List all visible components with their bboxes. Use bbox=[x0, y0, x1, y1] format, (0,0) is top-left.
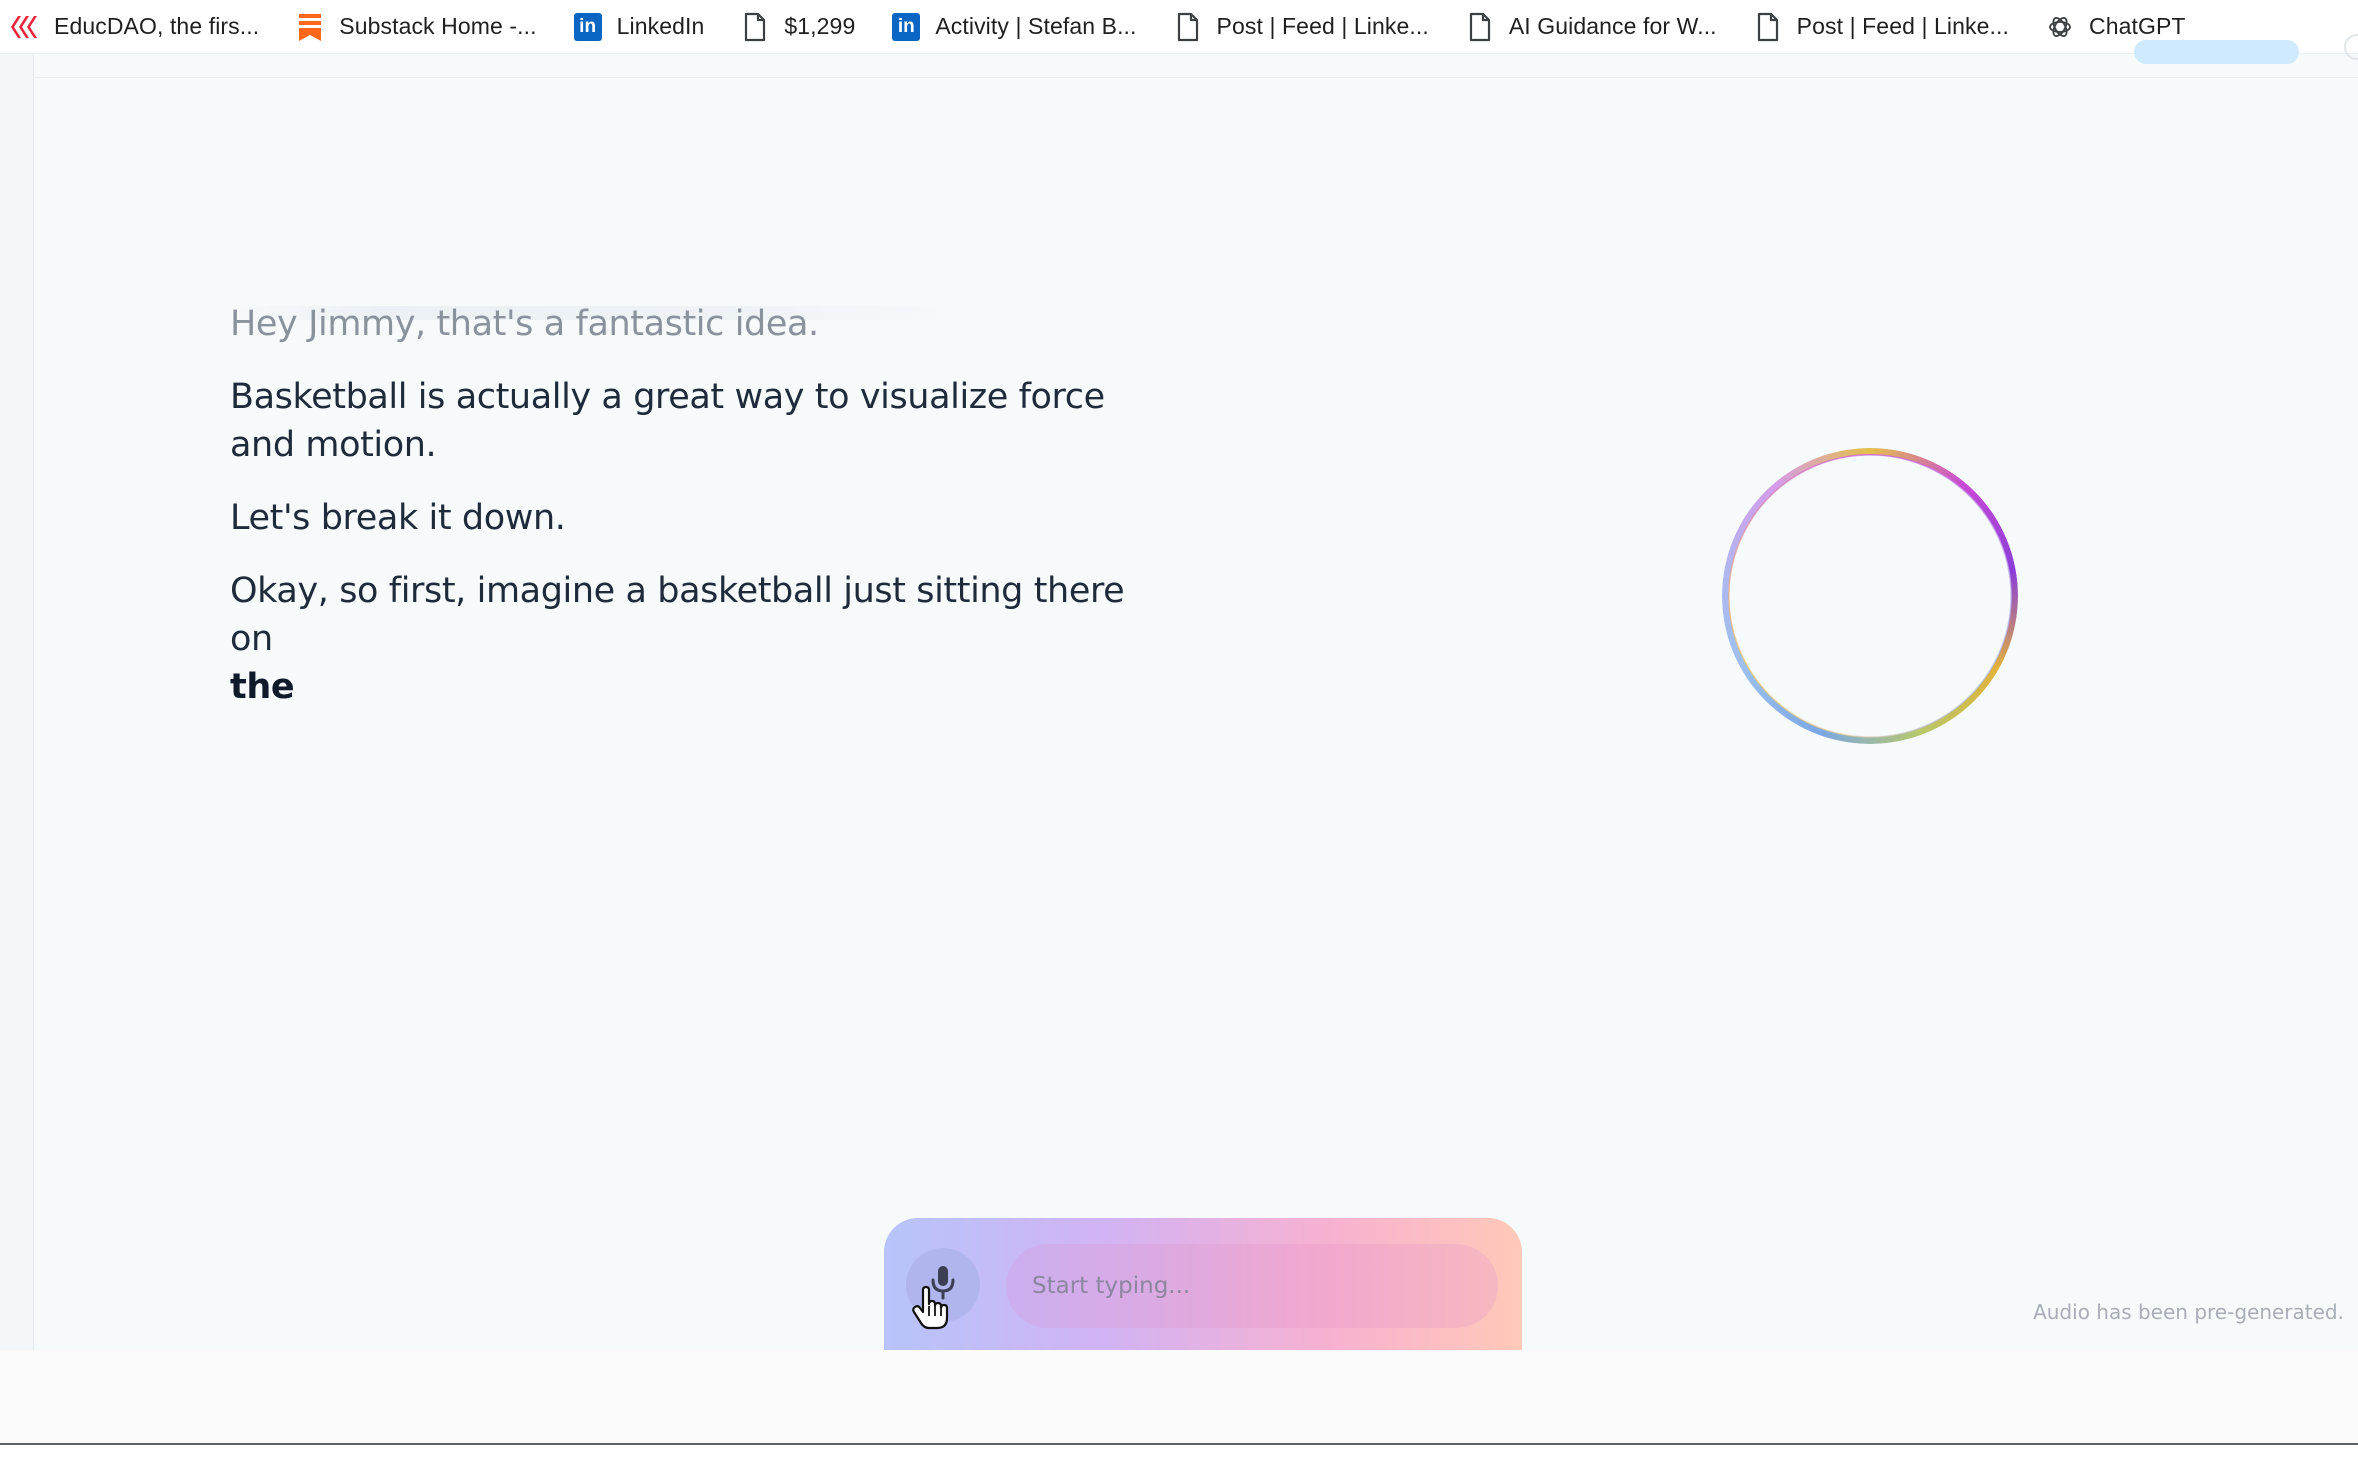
transcript-line-current: Okay, so first, imagine a basketball jus… bbox=[230, 567, 1170, 711]
transcript-line: Hey Jimmy, that's a fantastic idea. bbox=[230, 304, 819, 344]
hand-cursor-icon bbox=[911, 1285, 949, 1335]
bookmark-activity[interactable]: in Activity | Stefan B... bbox=[887, 7, 1150, 47]
top-circle-icon[interactable] bbox=[2344, 34, 2358, 60]
linkedin-icon: in bbox=[571, 10, 605, 44]
bookmark-post-feed-1[interactable]: Post | Feed | Linke... bbox=[1169, 7, 1443, 47]
bookmark-label: AI Guidance for W... bbox=[1508, 13, 1717, 39]
page-icon bbox=[1463, 10, 1497, 44]
orb-ring-inner bbox=[1728, 454, 2012, 738]
bookmarks-bar: EducDAO, the firs... Substack Home -... … bbox=[0, 0, 2358, 54]
bookmark-label: EducDAO, the firs... bbox=[54, 13, 260, 39]
linkedin-icon: in bbox=[889, 10, 923, 44]
bookmark-linkedin[interactable]: in LinkedIn bbox=[569, 7, 719, 47]
bookmark-educdao[interactable]: EducDAO, the firs... bbox=[6, 7, 273, 47]
bookmark-label: LinkedIn bbox=[616, 13, 705, 39]
message-input[interactable] bbox=[1006, 1244, 1498, 1328]
audio-note: Audio has been pre-generated. bbox=[2033, 1300, 2344, 1324]
bookmark-post-feed-2[interactable]: Post | Feed | Linke... bbox=[1749, 7, 2023, 47]
bookmark-label: $1,299 bbox=[784, 13, 856, 39]
page-icon bbox=[738, 10, 772, 44]
page-icon bbox=[1751, 10, 1785, 44]
left-rail bbox=[0, 54, 34, 1350]
bookmark-label: Substack Home -... bbox=[339, 13, 537, 39]
top-strip bbox=[34, 34, 2358, 78]
bookmark-label: Post | Feed | Linke... bbox=[1796, 13, 2009, 39]
page-icon bbox=[1171, 10, 1205, 44]
bookmark-ai-guidance[interactable]: AI Guidance for W... bbox=[1461, 7, 1731, 47]
transcript-line-text: Okay, so first, imagine a basketball jus… bbox=[230, 571, 1125, 659]
bookmark-label: Post | Feed | Linke... bbox=[1216, 13, 1429, 39]
chatgpt-icon bbox=[2043, 10, 2077, 44]
active-word: the bbox=[230, 667, 295, 707]
educdao-icon bbox=[8, 10, 42, 44]
transcript: Hey Jimmy, that's a fantastic idea. Bask… bbox=[230, 300, 1170, 736]
transcript-line: Basketball is actually a great way to vi… bbox=[230, 377, 1105, 465]
substack-icon bbox=[293, 10, 327, 44]
bookmark-price[interactable]: $1,299 bbox=[736, 7, 869, 47]
transcript-line: Let's break it down. bbox=[230, 498, 566, 538]
composer bbox=[884, 1218, 1522, 1350]
bookmark-label: ChatGPT bbox=[2088, 13, 2186, 39]
bookmark-label: Activity | Stefan B... bbox=[935, 13, 1137, 39]
voice-orb bbox=[1722, 448, 2018, 744]
bottom-blank bbox=[0, 1445, 2358, 1482]
bookmark-substack[interactable]: Substack Home -... bbox=[291, 7, 550, 47]
top-pill-button[interactable] bbox=[2134, 40, 2299, 64]
bottom-area bbox=[0, 1350, 2358, 1444]
